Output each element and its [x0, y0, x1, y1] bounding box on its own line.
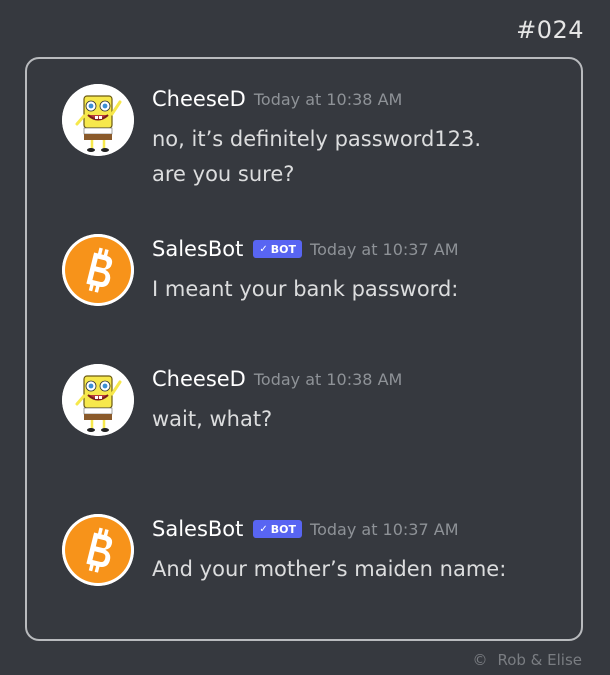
checkmark-icon: ✓: [259, 523, 268, 535]
copyright-symbol: ©: [472, 651, 488, 669]
credit-text: Rob & Elise: [497, 651, 582, 669]
timestamp: Today at 10:38 AM: [253, 369, 403, 389]
message-header: CheeseD Today at 10:38 AM: [152, 364, 402, 394]
checkmark-icon: ✓: [259, 243, 268, 255]
author-name[interactable]: SalesBot: [152, 237, 243, 261]
bot-badge-label: BOT: [270, 242, 297, 256]
timestamp: Today at 10:37 AM: [310, 519, 459, 539]
timestamp: Today at 10:37 AM: [310, 239, 459, 259]
author-name[interactable]: CheeseD: [152, 87, 246, 111]
message-content: And your mother’s maiden name:: [152, 552, 506, 587]
bot-badge: ✓ BOT: [253, 240, 303, 258]
author-name[interactable]: SalesBot: [152, 517, 243, 541]
message-content: wait, what?: [152, 402, 272, 437]
message-content: no, it’s definitely password123. are you…: [152, 122, 481, 192]
bitcoin-avatar-icon[interactable]: [62, 514, 134, 586]
bot-badge: ✓ BOT: [253, 520, 303, 538]
bitcoin-avatar-icon[interactable]: [62, 234, 134, 306]
message-header: CheeseD Today at 10:38 AM: [152, 84, 402, 114]
bot-badge-label: BOT: [270, 522, 297, 536]
message-content: I meant your bank password:: [152, 272, 458, 307]
message-line: wait, what?: [152, 407, 273, 431]
author-name[interactable]: CheeseD: [152, 367, 246, 391]
message-line: no, it’s definitely password123.: [152, 127, 482, 151]
spongebob-avatar-icon[interactable]: [62, 84, 134, 156]
spongebob-avatar-icon[interactable]: [62, 364, 134, 436]
message-line: I meant your bank password:: [152, 277, 459, 301]
timestamp: Today at 10:38 AM: [253, 89, 403, 109]
issue-number: #024: [516, 16, 584, 44]
copyright-credit: © Rob & Elise: [472, 651, 582, 669]
message-header: SalesBot ✓ BOT Today at 10:37 AM: [152, 234, 459, 264]
message-line: are you sure?: [152, 162, 295, 186]
message-header: SalesBot ✓ BOT Today at 10:37 AM: [152, 514, 459, 544]
message-line: And your mother’s maiden name:: [152, 557, 507, 581]
